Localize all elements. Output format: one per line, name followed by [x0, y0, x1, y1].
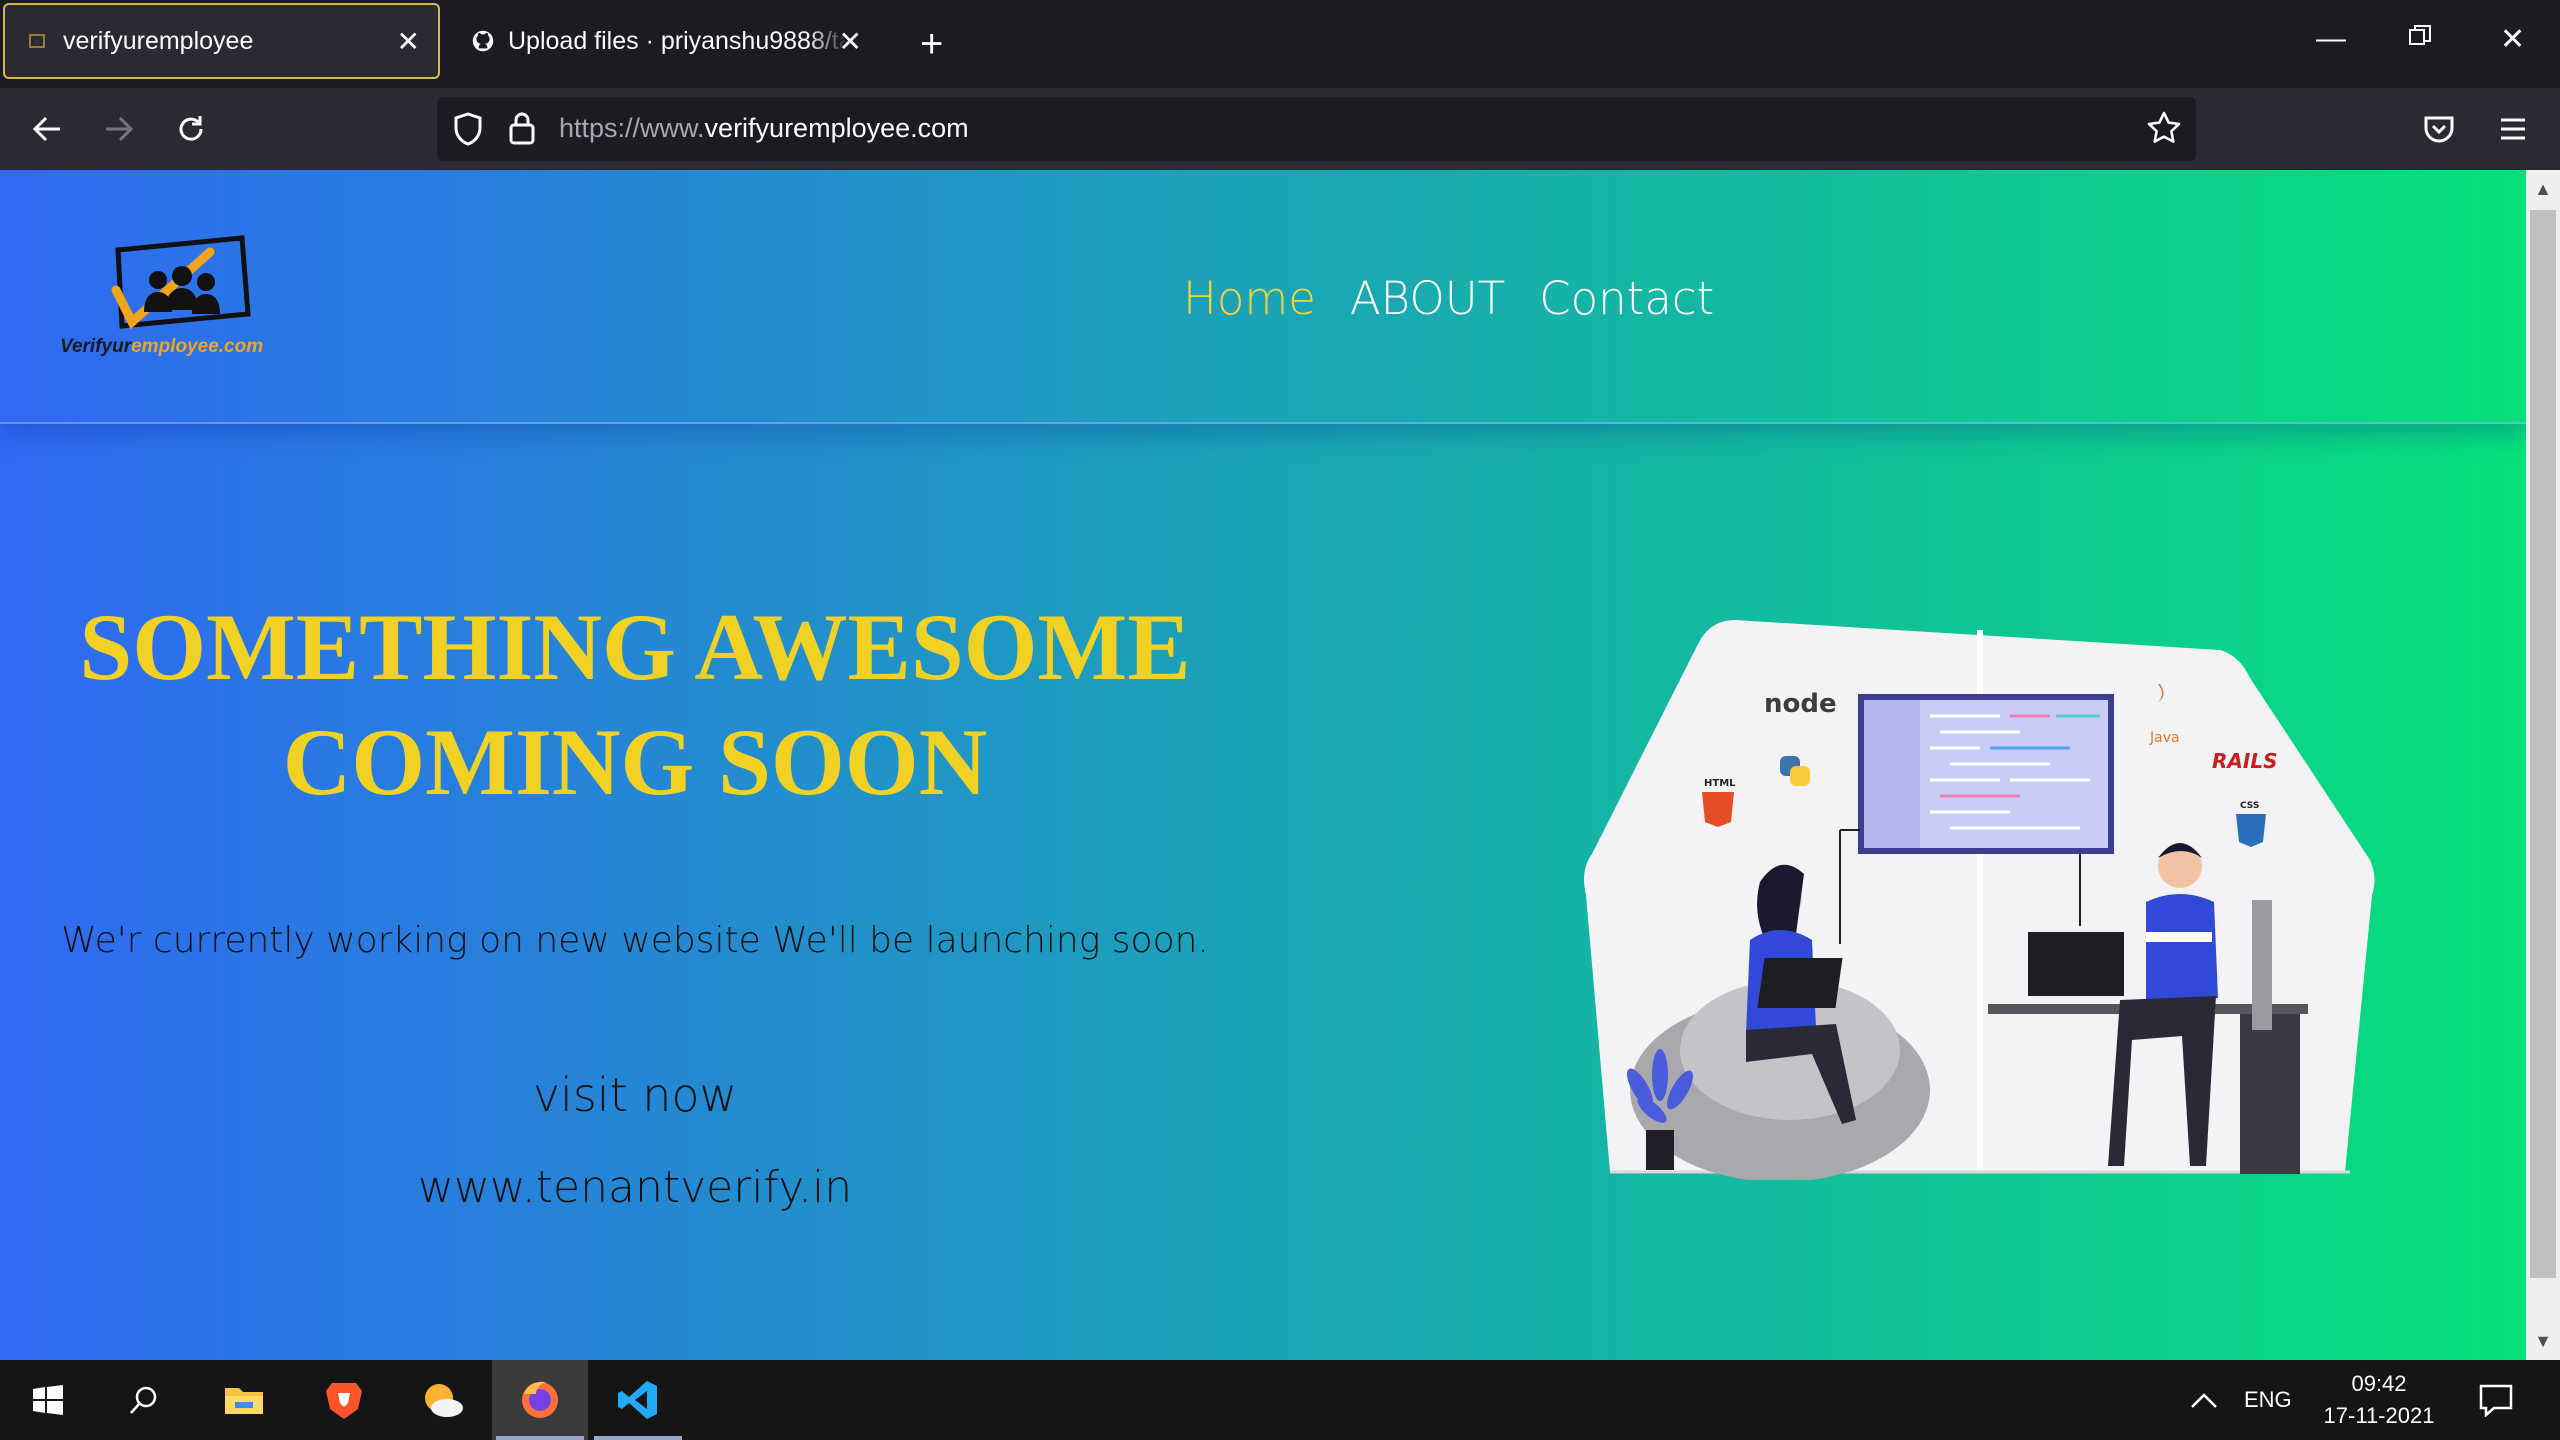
github-icon	[472, 30, 494, 52]
notifications-icon[interactable]	[2478, 1360, 2514, 1440]
scrollbar-thumb[interactable]	[2530, 210, 2556, 1278]
firefox-icon[interactable]	[492, 1360, 588, 1440]
nav-home-link[interactable]: Home	[1183, 272, 1316, 325]
tray-overflow-chevron-icon[interactable]	[2190, 1360, 2218, 1440]
bookmark-star-icon[interactable]	[2146, 110, 2182, 151]
site-favicon-icon	[27, 30, 49, 52]
java-label: Java	[2149, 730, 2180, 746]
minimize-icon[interactable]: —	[2316, 22, 2346, 56]
logo-text: Verifyuremployee.com	[60, 336, 264, 357]
page-viewport: Verifyuremployee.com Home ABOUT Contact …	[0, 170, 2526, 1360]
tracking-shield-icon[interactable]	[451, 111, 485, 152]
forward-arrow-icon[interactable]	[96, 106, 142, 152]
system-clock[interactable]: 09:42 17-11-2021	[2314, 1368, 2444, 1432]
restore-icon[interactable]	[2408, 22, 2432, 56]
site-header: Verifyuremployee.com Home ABOUT Contact	[0, 170, 2526, 424]
css3-icon	[2236, 814, 2266, 847]
visit-now-label: visit now	[532, 1068, 738, 1122]
hero-title-line2: COMING SOON	[282, 709, 988, 815]
scroll-up-icon[interactable]: ▲	[2526, 172, 2560, 206]
weather-icon[interactable]	[394, 1360, 490, 1440]
site-logo[interactable]: Verifyuremployee.com	[60, 230, 320, 357]
file-explorer-icon[interactable]	[196, 1360, 292, 1440]
windows-taskbar: ENG 09:42 17-11-2021	[0, 1360, 2560, 1440]
visit-url-link[interactable]: www.tenantverify.in	[60, 1162, 1210, 1213]
nav-contact-link[interactable]: Contact	[1539, 272, 1714, 325]
close-tab-icon[interactable]: ✕	[397, 25, 420, 58]
tab-title: verifyuremployee	[63, 26, 254, 55]
site-nav: Home ABOUT Contact	[1183, 272, 1714, 325]
vscode-icon[interactable]	[590, 1360, 686, 1440]
page-scrollbar[interactable]: ▲ ▼	[2526, 170, 2560, 1360]
close-window-icon[interactable]: ✕	[2500, 22, 2525, 57]
new-tab-icon[interactable]: +	[920, 22, 943, 67]
url-text[interactable]: https://www.verifyuremployee.com	[559, 113, 969, 144]
language-indicator[interactable]: ENG	[2244, 1360, 2292, 1440]
clock-time: 09:42	[2351, 1371, 2407, 1396]
tab-verifyuremployee[interactable]: verifyuremployee ✕	[3, 3, 440, 79]
start-windows-icon[interactable]	[0, 1360, 96, 1440]
hamburger-menu-icon[interactable]	[2490, 106, 2536, 152]
html-label: HTML	[1704, 778, 1736, 789]
address-bar[interactable]: https://www.verifyuremployee.com	[437, 97, 2196, 161]
close-tab-icon[interactable]: ✕	[839, 25, 862, 58]
back-arrow-icon[interactable]	[24, 106, 70, 152]
css-label: CSS	[2240, 801, 2259, 811]
browser-navbar: https://www.verifyuremployee.com	[0, 88, 2560, 170]
logo-people-icon	[111, 235, 251, 330]
reload-icon[interactable]	[168, 106, 214, 152]
rails-label: RAILS	[2212, 749, 2277, 773]
node-label: node	[1764, 689, 1837, 719]
nav-about-link[interactable]: ABOUT	[1350, 272, 1505, 325]
html5-icon	[1702, 792, 1734, 827]
brave-browser-icon[interactable]	[296, 1360, 392, 1440]
pocket-icon[interactable]	[2416, 106, 2462, 152]
hero-title-line1: SOMETHING AWESOME	[79, 594, 1191, 700]
hero-title: SOMETHING AWESOME COMING SOON	[60, 590, 1210, 820]
tab-title: Upload files · priyanshu9888/ta	[508, 26, 848, 55]
tab-upload-files[interactable]: Upload files · priyanshu9888/ta ✕	[450, 0, 880, 82]
scroll-down-icon[interactable]: ▼	[2526, 1324, 2560, 1358]
clock-date: 17-11-2021	[2323, 1403, 2435, 1428]
lock-icon[interactable]	[507, 109, 537, 152]
browser-tabstrip: verifyuremployee ✕ Upload files · priyan…	[0, 0, 2560, 88]
search-icon[interactable]	[96, 1360, 192, 1440]
developers-illustration: node HTML Java RAILS CSS	[1584, 620, 2375, 1180]
hero-subtitle: We'r currently working on new website We…	[61, 920, 1209, 961]
